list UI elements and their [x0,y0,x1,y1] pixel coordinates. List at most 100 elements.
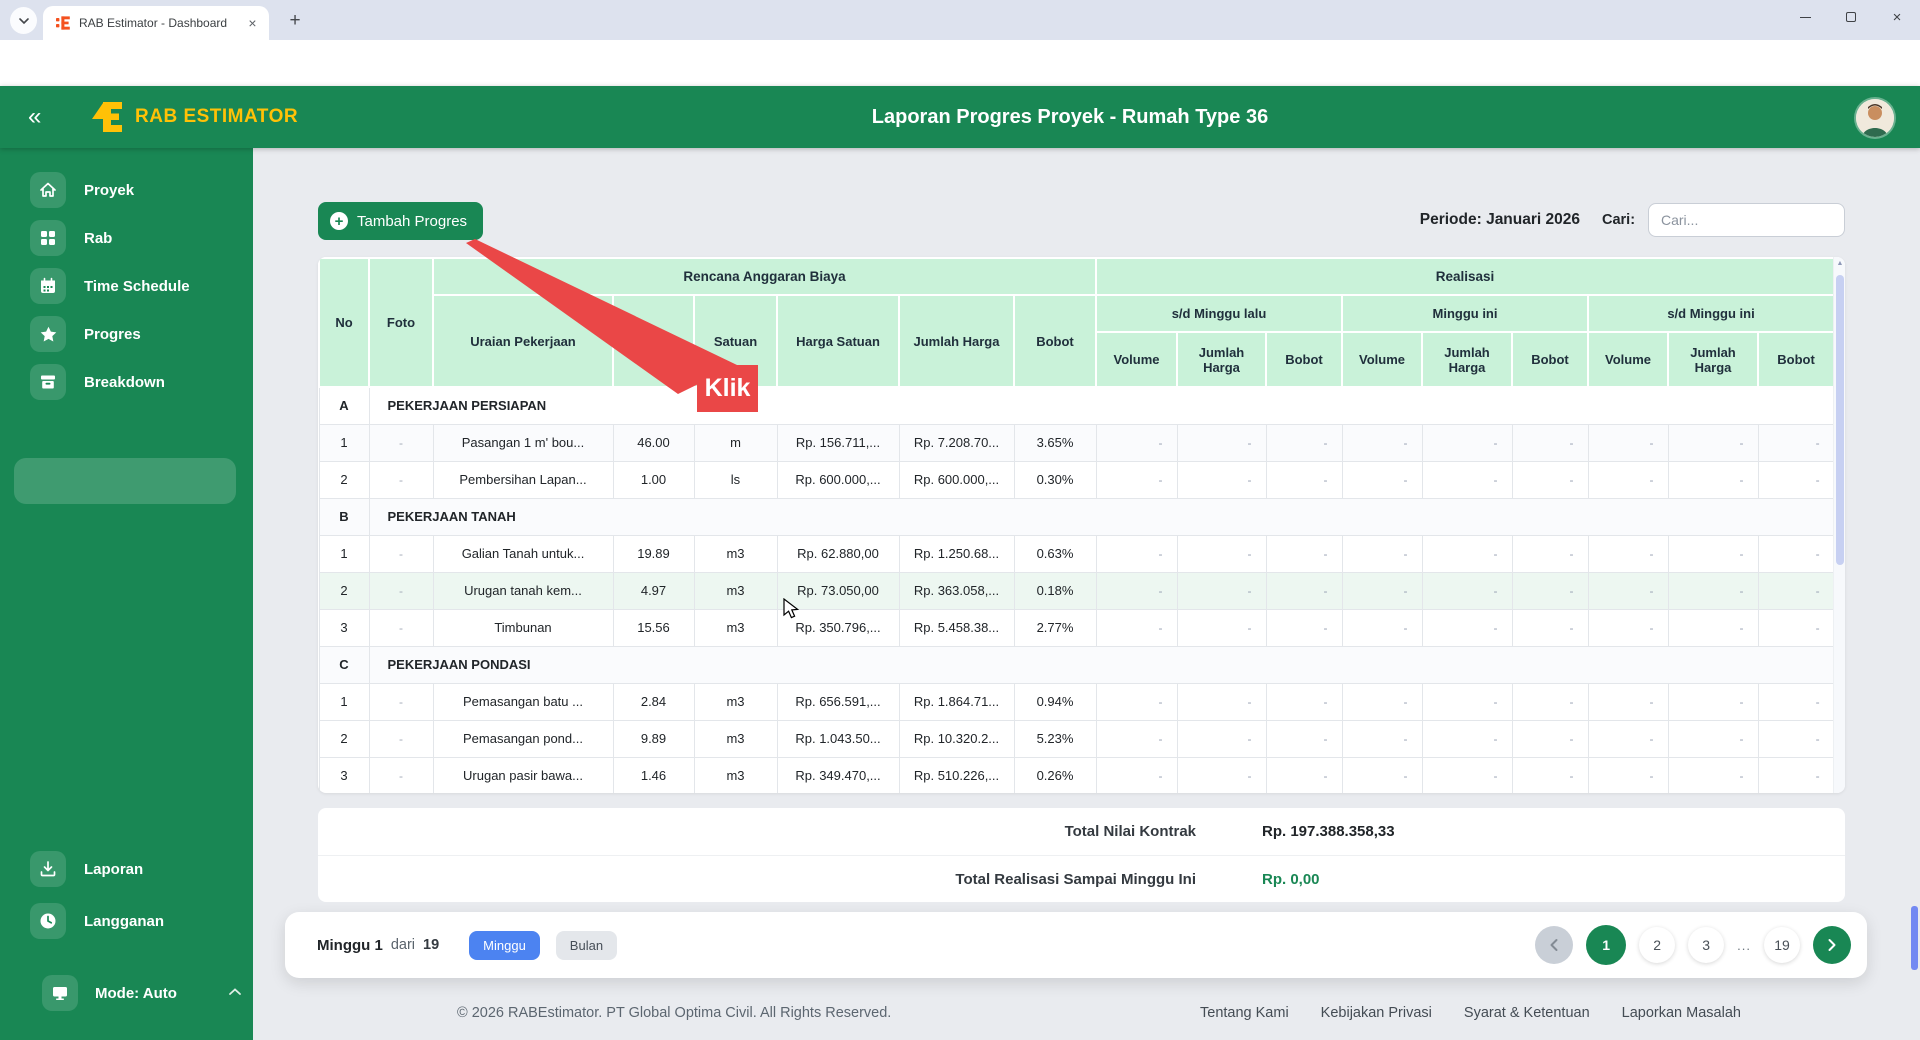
col-header-uraian: Uraian Pekerjaan [432,294,614,388]
cell-harga-satuan: Rp. 350.796,... [776,608,900,647]
cell-empty: - [1587,571,1669,610]
next-page-button[interactable] [1813,926,1851,964]
cell-harga-satuan: Rp. 1.043.50... [776,719,900,758]
chevron-right-icon [1828,939,1836,951]
cell-satuan: m3 [693,682,778,721]
table-row[interactable]: 1 - Pasangan 1 m' bou... 46.00 m Rp. 156… [318,423,1835,462]
sidebar-item-proyek[interactable]: Proyek [0,166,253,214]
cell-empty: - [1511,756,1589,793]
cell-empty: - [1587,719,1669,758]
window-maximize-button[interactable] [1828,0,1874,34]
periode-label: Periode: Januari 2026 [1419,211,1580,228]
tab-title: RAB Estimator - Dashboard [79,16,228,30]
window-close-button[interactable]: × [1874,0,1920,34]
window-minimize-button[interactable] [1782,0,1828,34]
sidebar-active-highlight [14,458,236,504]
section-code: B [318,497,370,536]
cell-foto: - [368,423,434,462]
table-scrollbar[interactable]: ▲ [1833,257,1845,793]
cell-empty: - [1421,756,1513,793]
prev-page-button[interactable] [1535,926,1574,964]
cell-jumlah-harga: Rp. 1.250.68... [898,534,1015,573]
total-kontrak-row: Total Nilai Kontrak Rp. 197.388.358,33 [318,808,1845,855]
progress-table: No Foto Rencana Anggaran Biaya Realisasi… [318,257,1836,793]
section-code: C [318,645,370,684]
cell-empty: - [1265,682,1343,721]
tambah-progres-button[interactable]: + Tambah Progres [318,202,484,240]
cell-harga-satuan: Rp. 656.591,... [776,682,900,721]
search-label: Cari: [1602,212,1636,228]
page-scrollbar-thumb[interactable] [1911,906,1918,970]
sidebar-mode-toggle[interactable]: Mode: Auto [0,969,253,1017]
sidebar-item-progres[interactable]: Progres [0,310,253,358]
table-row[interactable]: 3 - Timbunan 15.56 m3 Rp. 350.796,... Rp… [318,608,1835,647]
tab-close-icon[interactable]: × [244,15,261,32]
footer-links: Tentang Kami Kebijakan Privasi Syarat & … [1200,1005,1741,1021]
sidebar-item-laporan[interactable]: Laporan [0,845,253,893]
total-kontrak-value: Rp. 197.388.358,33 [1262,823,1395,840]
scroll-up-arrow-icon[interactable]: ▲ [1836,260,1844,268]
user-avatar[interactable] [1856,99,1894,137]
sidebar-item-label: Breakdown [84,373,165,391]
page-button-19[interactable]: 19 [1764,927,1800,963]
cell-satuan: m3 [693,756,778,793]
cell-no: 1 [318,682,370,721]
new-tab-button[interactable]: + [282,8,308,34]
section-row-a: A PEKERJAAN PERSIAPAN [318,386,1835,425]
footer-link-kebijakan-privasi[interactable]: Kebijakan Privasi [1321,1005,1432,1021]
cell-empty: - [1421,460,1513,499]
footer-link-tentang-kami[interactable]: Tentang Kami [1200,1005,1289,1021]
col-header-r-volume: Volume [1341,331,1423,388]
cell-empty: - [1341,682,1423,721]
cell-volume: 19.89 [612,534,695,573]
footer-link-syarat-ketentuan[interactable]: Syarat & Ketentuan [1464,1005,1590,1021]
sidebar-item-rab[interactable]: Rab [0,214,253,262]
sidebar-item-label: Progres [84,325,141,343]
table-row[interactable]: 3 - Urugan pasir bawa... 1.46 m3 Rp. 349… [318,756,1835,793]
cell-uraian: Pasangan 1 m' bou... [432,423,614,462]
search-input[interactable] [1648,203,1845,237]
cell-uraian: Galian Tanah untuk... [432,534,614,573]
browser-tab[interactable]: RAB Estimator - Dashboard × [43,6,269,40]
brand[interactable]: RAB ESTIMATOR [88,97,298,137]
table-row[interactable]: 1 - Galian Tanah untuk... 19.89 m3 Rp. 6… [318,534,1835,573]
sidebar-item-langganan[interactable]: Langganan [0,897,253,945]
toggle-minggu-button[interactable]: Minggu [469,930,540,960]
sidebar-collapse-button[interactable]: « [28,102,41,132]
cell-volume: 4.97 [612,571,695,610]
table-row[interactable]: 2 - Pembersihan Lapan... 1.00 ls Rp. 600… [318,460,1835,499]
cell-empty: - [1757,608,1835,647]
cell-empty: - [1421,719,1513,758]
table-row[interactable]: 1 - Pemasangan batu ... 2.84 m3 Rp. 656.… [318,682,1835,721]
table-row[interactable]: 2 - Pemasangan pond... 9.89 m3 Rp. 1.043… [318,719,1835,758]
col-header-r-bobot: Bobot [1756,331,1836,388]
sidebar-item-time-schedule[interactable]: Time Schedule [0,262,253,310]
cell-uraian: Urugan pasir bawa... [432,756,614,793]
cell-empty: - [1511,534,1589,573]
cell-empty: - [1511,460,1589,499]
cell-harga-satuan: Rp. 62.880,00 [776,534,900,573]
cell-empty: - [1176,756,1267,793]
cell-empty: - [1341,423,1423,462]
footer-link-laporkan-masalah[interactable]: Laporkan Masalah [1622,1005,1741,1021]
toggle-bulan-button[interactable]: Bulan [555,930,618,960]
tab-search-button[interactable] [10,7,37,34]
col-header-r-bobot: Bobot [1265,331,1343,388]
cell-foto: - [368,719,434,758]
cell-harga-satuan: Rp. 156.711,... [776,423,900,462]
cell-empty: - [1587,608,1669,647]
cell-empty: - [1421,608,1513,647]
cell-foto: - [368,460,434,499]
pagination-bar: Minggu 1 dari 19 Minggu Bulan 1 2 3 ... … [285,912,1867,978]
page-button-3[interactable]: 3 [1688,927,1725,963]
page-button-1[interactable]: 1 [1586,925,1627,965]
page-button-2[interactable]: 2 [1639,927,1676,963]
cell-bobot: 2.77% [1013,608,1097,647]
table-scrollbar-thumb[interactable] [1836,275,1844,565]
site-favicon-icon [55,15,71,31]
cell-empty: - [1511,608,1589,647]
sidebar-item-breakdown[interactable]: Breakdown [0,358,253,406]
cell-empty: - [1587,682,1669,721]
cell-empty: - [1095,719,1178,758]
table-row-hovered[interactable]: 2 - Urugan tanah kem... 4.97 m3 Rp. 73.0… [318,571,1835,610]
